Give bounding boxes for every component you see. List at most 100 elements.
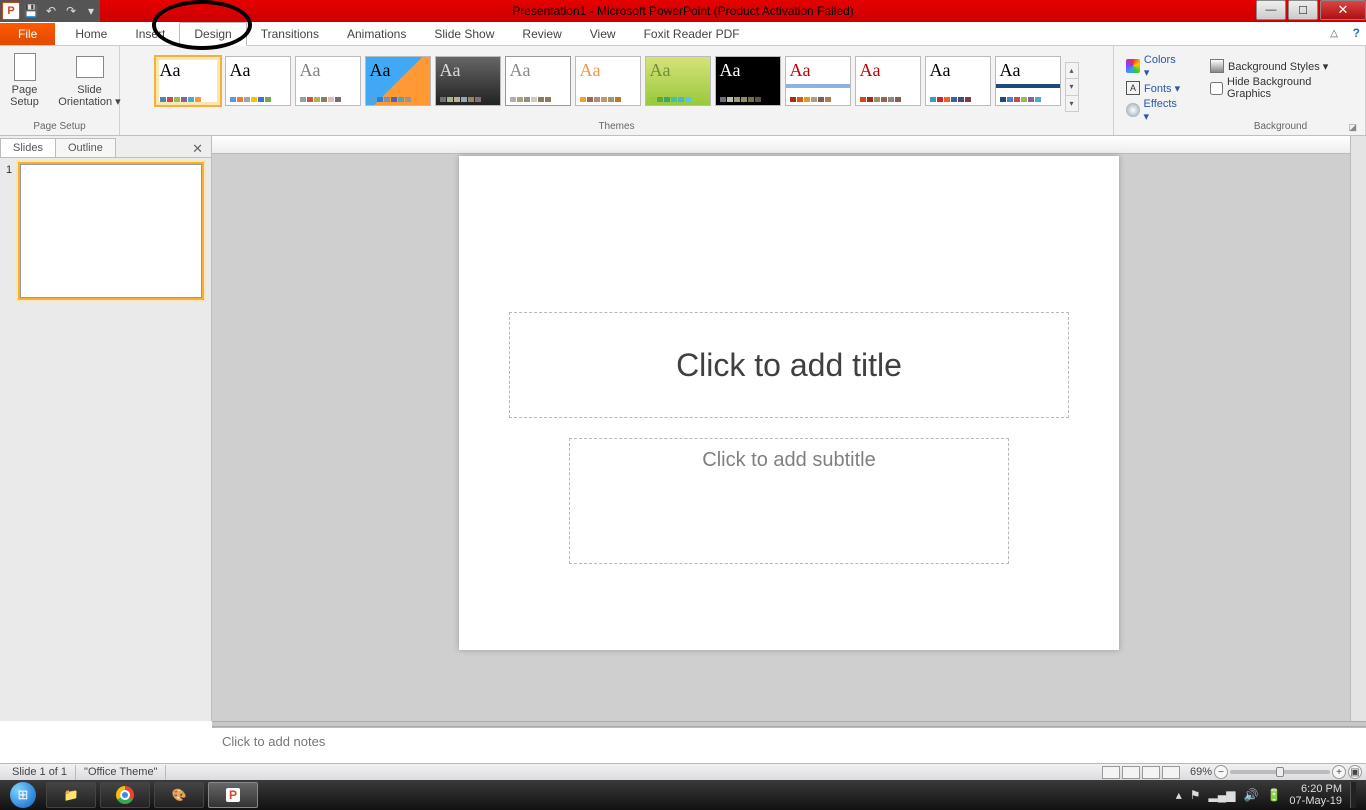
- theme-thumbnail[interactable]: Aa: [505, 56, 571, 106]
- gallery-scroll-icon[interactable]: ▾: [1066, 95, 1078, 111]
- clock[interactable]: 6:20 PM 07-May-19: [1289, 783, 1342, 807]
- workspace: Slides Outline ✕ 1 Click to add title Cl…: [0, 136, 1366, 721]
- taskbar-chrome-button[interactable]: [100, 782, 150, 808]
- tab-foxit[interactable]: Foxit Reader PDF: [630, 23, 754, 45]
- tab-transitions[interactable]: Transitions: [247, 23, 333, 45]
- theme-thumbnail[interactable]: Aa: [715, 56, 781, 106]
- theme-thumbnail[interactable]: Aa: [645, 56, 711, 106]
- zoom-out-button[interactable]: −: [1214, 765, 1228, 779]
- sorter-view-button[interactable]: [1122, 766, 1140, 779]
- title-bar: P 💾 ↶ ↷ ▾ Presentation1 - Microsoft Powe…: [0, 0, 1366, 22]
- theme-thumbnail[interactable]: Aa: [785, 56, 851, 106]
- zoom-slider[interactable]: [1230, 770, 1330, 774]
- close-button[interactable]: ✕: [1320, 0, 1366, 20]
- taskbar-paint-button[interactable]: 🎨: [154, 782, 204, 808]
- show-desktop-button[interactable]: [1350, 782, 1356, 808]
- themes-gallery-more[interactable]: ▴▾▾: [1065, 62, 1079, 112]
- page-setup-label: PageSetup: [10, 84, 39, 108]
- bg-styles-label: Background Styles ▾: [1228, 60, 1328, 73]
- theme-thumbnail[interactable]: Aa: [225, 56, 291, 106]
- theme-accent-bar: [996, 84, 1060, 88]
- theme-swatches: [230, 97, 286, 102]
- fonts-label: Fonts ▾: [1144, 82, 1180, 95]
- save-icon[interactable]: 💾: [22, 2, 40, 20]
- redo-icon[interactable]: ↷: [62, 2, 80, 20]
- hide-bg-graphics-input[interactable]: [1210, 82, 1223, 95]
- qat-dropdown-icon[interactable]: ▾: [82, 2, 100, 20]
- tab-insert[interactable]: Insert: [121, 23, 179, 45]
- zoom-thumb[interactable]: [1276, 767, 1284, 777]
- status-bar: Slide 1 of 1 "Office Theme" 69% − + ▣: [0, 763, 1366, 780]
- taskbar-powerpoint-button[interactable]: P: [208, 782, 258, 808]
- battery-icon[interactable]: 🔋: [1266, 788, 1281, 802]
- theme-thumbnail[interactable]: Aa: [575, 56, 641, 106]
- zoom-in-button[interactable]: +: [1332, 765, 1346, 779]
- theme-accent-bar: [786, 84, 850, 88]
- tab-home[interactable]: Home: [61, 23, 121, 45]
- thumbnail-row[interactable]: 1: [6, 164, 205, 298]
- group-label-background: Background◪: [1202, 121, 1359, 133]
- colors-button[interactable]: Colors ▾: [1126, 56, 1184, 76]
- subtitle-placeholder[interactable]: Click to add subtitle: [569, 438, 1009, 564]
- page-setup-icon: [14, 53, 36, 81]
- flag-icon[interactable]: ⚑: [1190, 788, 1201, 802]
- effects-button[interactable]: Effects ▾: [1126, 100, 1184, 120]
- tab-file[interactable]: File: [0, 23, 55, 45]
- theme-sample-text: Aa: [790, 61, 846, 79]
- theme-thumbnail[interactable]: Aa: [855, 56, 921, 106]
- undo-icon[interactable]: ↶: [42, 2, 60, 20]
- slide-canvas[interactable]: Click to add title Click to add subtitle: [459, 156, 1119, 650]
- theme-sample-text: Aa: [930, 61, 986, 79]
- reading-view-button[interactable]: [1142, 766, 1160, 779]
- help-icon[interactable]: ?: [1353, 26, 1360, 40]
- normal-view-button[interactable]: [1102, 766, 1120, 779]
- theme-swatches: [930, 97, 986, 102]
- slide-orientation-button[interactable]: SlideOrientation ▾: [58, 50, 122, 110]
- status-theme: "Office Theme": [76, 765, 166, 780]
- vertical-scrollbar[interactable]: [1350, 136, 1366, 721]
- group-page-setup: PageSetup SlideOrientation ▾ Page Setup: [0, 46, 120, 135]
- background-launcher-icon[interactable]: ◪: [1348, 122, 1357, 133]
- volume-icon[interactable]: 🔊: [1244, 788, 1259, 802]
- slide-thumbnail[interactable]: [20, 164, 202, 298]
- theme-thumbnail[interactable]: Aa: [435, 56, 501, 106]
- maximize-button[interactable]: ☐: [1288, 0, 1318, 20]
- theme-thumbnail[interactable]: Aa: [925, 56, 991, 106]
- wifi-icon[interactable]: ▂▄▆: [1209, 788, 1236, 802]
- system-tray: ▴ ⚑ ▂▄▆ 🔊 🔋 6:20 PM 07-May-19: [1176, 782, 1362, 808]
- theme-thumbnail[interactable]: Aa: [995, 56, 1061, 106]
- gallery-scroll-icon[interactable]: ▴: [1066, 63, 1078, 78]
- tab-review[interactable]: Review: [508, 23, 575, 45]
- window-title: Presentation1 - Microsoft PowerPoint (Pr…: [512, 4, 853, 18]
- theme-thumbnail[interactable]: Aa: [365, 56, 431, 106]
- theme-thumbnail[interactable]: Aa: [155, 56, 221, 106]
- notes-pane[interactable]: Click to add notes: [212, 727, 1366, 763]
- slideshow-view-button[interactable]: [1162, 766, 1180, 779]
- tab-design[interactable]: Design: [179, 22, 246, 46]
- zoom-fit-button[interactable]: ▣: [1348, 765, 1362, 779]
- title-placeholder[interactable]: Click to add title: [509, 312, 1069, 418]
- themes-gallery: AaAaAaAaAaAaAaAaAaAaAaAaAa▴▾▾: [151, 50, 1083, 118]
- fonts-button[interactable]: AFonts ▾: [1126, 78, 1184, 98]
- tab-slideshow[interactable]: Slide Show: [420, 23, 508, 45]
- taskbar-explorer-button[interactable]: 📁: [46, 782, 96, 808]
- start-button[interactable]: ⊞: [4, 782, 42, 808]
- hide-bg-graphics-checkbox[interactable]: Hide Background Graphics: [1210, 78, 1351, 98]
- tray-chevron-icon[interactable]: ▴: [1176, 788, 1182, 802]
- outline-tab[interactable]: Outline: [55, 138, 116, 157]
- tab-view[interactable]: View: [576, 23, 630, 45]
- page-setup-button[interactable]: PageSetup: [0, 50, 52, 110]
- theme-swatches: [650, 97, 706, 102]
- background-styles-button[interactable]: Background Styles ▾: [1210, 56, 1351, 76]
- close-panel-icon[interactable]: ✕: [184, 141, 211, 157]
- tab-animations[interactable]: Animations: [333, 23, 420, 45]
- slides-tab[interactable]: Slides: [0, 138, 56, 157]
- theme-swatches: [370, 97, 426, 102]
- gallery-scroll-icon[interactable]: ▾: [1066, 78, 1078, 94]
- theme-thumbnail[interactable]: Aa: [295, 56, 361, 106]
- slide-number: 1: [6, 164, 16, 298]
- theme-sample-text: Aa: [720, 61, 776, 79]
- minimize-button[interactable]: —: [1256, 0, 1286, 20]
- powerpoint-logo-icon[interactable]: P: [2, 2, 20, 20]
- minimize-ribbon-icon[interactable]: △: [1330, 28, 1338, 39]
